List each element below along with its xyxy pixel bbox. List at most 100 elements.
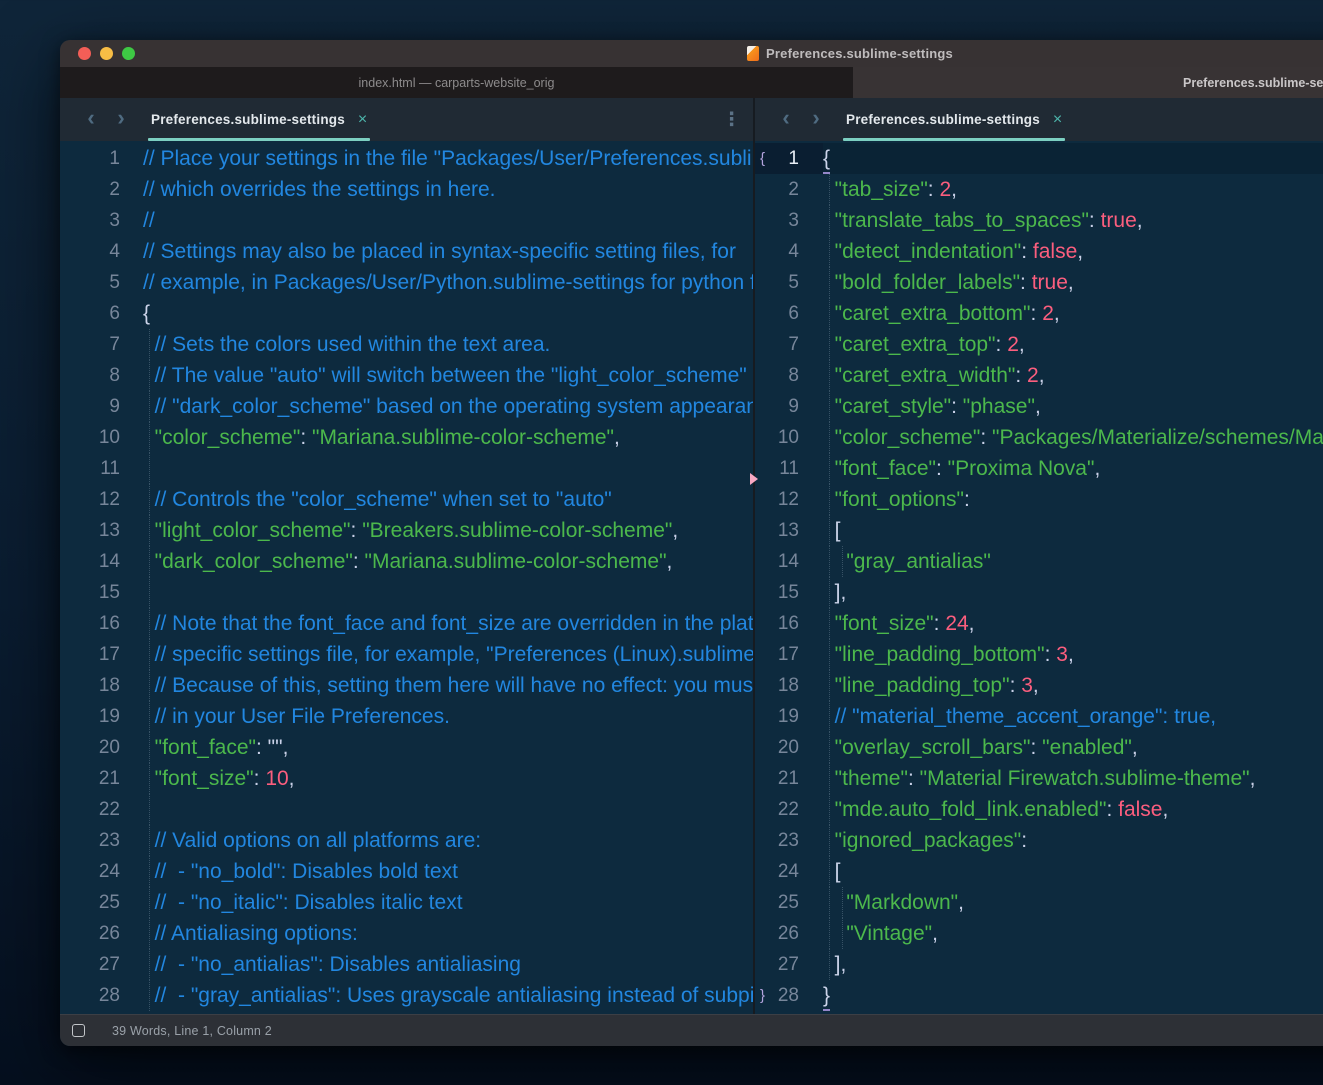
code-text: "color_scheme": "Packages/Materialize/sc…: [823, 422, 1323, 453]
code-text: }: [823, 980, 830, 1011]
history-forward-icon[interactable]: ›: [110, 107, 132, 132]
background-window-titlebar[interactable]: index.html — carparts-website_orig: [60, 67, 853, 98]
right-editor[interactable]: {1{2 "tab_size": 2,3 "translate_tabs_to_…: [755, 141, 1323, 1014]
code-text: "gray_antialias": [823, 546, 991, 577]
line-number: 6: [788, 303, 799, 324]
code-text: // Sets the colors used within the text …: [143, 329, 550, 360]
code-token: "caret_extra_width": [823, 364, 1015, 387]
pane-divider[interactable]: [753, 98, 755, 1014]
code-line: 13 [: [755, 515, 1323, 546]
line-number: 14: [99, 551, 120, 572]
line-number: 14: [778, 551, 799, 572]
code-line: 22 "mde.auto_fold_link.enabled": false,: [755, 794, 1323, 825]
code-line: 18 "line_padding_top": 3,: [755, 670, 1323, 701]
code-text: "overlay_scroll_bars": "enabled",: [823, 732, 1138, 763]
indent-guide: [829, 732, 830, 763]
gutter-cell: 14: [60, 546, 143, 577]
tab-close-icon[interactable]: ×: [358, 112, 367, 128]
code-token: :: [928, 178, 940, 201]
code-token: ,: [1035, 395, 1041, 418]
line-number: 12: [99, 489, 120, 510]
gutter-cell: 13: [60, 515, 143, 546]
close-window-button[interactable]: [78, 47, 91, 60]
gutter-cell: 9: [60, 391, 143, 422]
indent-guide: [829, 391, 830, 422]
code-line: 12 // Controls the "color_scheme" when s…: [60, 484, 753, 515]
code-line: 19 // "material_theme_accent_orange": tr…: [755, 701, 1323, 732]
code-line: 16 "font_size": 24,: [755, 608, 1323, 639]
code-token: // "material_theme_accent_orange": true,: [823, 705, 1216, 728]
line-number: 3: [788, 210, 799, 231]
line-number: 19: [99, 706, 120, 727]
code-token: "translate_tabs_to_spaces": [823, 209, 1089, 232]
left-tab-bar: ‹ › Preferences.sublime-settings × ⋮: [60, 98, 753, 141]
code-token: {: [143, 302, 150, 325]
code-token: // Sets the colors used within the text …: [143, 333, 550, 356]
indent-guide: [149, 360, 150, 391]
zoom-window-button[interactable]: [122, 47, 135, 60]
gutter-cell: 23: [755, 825, 823, 856]
code-line: }28}: [755, 980, 1323, 1011]
sidebar-toggle-icon[interactable]: [72, 1024, 85, 1037]
window-title-area: Preferences.sublime-settings: [60, 40, 1323, 67]
code-token: :: [1021, 240, 1033, 263]
indent-guide: [829, 360, 830, 391]
indent-guide: [149, 422, 150, 453]
code-text: "bold_folder_labels": true,: [823, 267, 1074, 298]
left-editor[interactable]: 1// Place your settings in the file "Pac…: [60, 141, 753, 1014]
code-token: [: [823, 519, 841, 542]
code-text: "font_face": "Proxima Nova",: [823, 453, 1100, 484]
indent-guide: [829, 484, 830, 515]
line-number: 23: [778, 830, 799, 851]
code-token: "Packages/Materialize/schemes/Material F…: [992, 426, 1323, 449]
gutter-cell: 14: [755, 546, 823, 577]
indent-guide: [829, 918, 830, 949]
code-token: [: [823, 860, 841, 883]
sublime-text-window: Preferences.sublime-settings index.html …: [60, 40, 1323, 1046]
code-text: "light_color_scheme": "Breakers.sublime-…: [143, 515, 678, 546]
tab-close-icon[interactable]: ×: [1053, 112, 1062, 128]
history-back-icon[interactable]: ‹: [80, 107, 102, 132]
indent-guide: [829, 608, 830, 639]
tab-preferences-left[interactable]: Preferences.sublime-settings ×: [148, 98, 370, 141]
gutter-cell: 3: [755, 205, 823, 236]
line-number: 12: [778, 489, 799, 510]
code-token: "Mariana.sublime-color-scheme": [365, 550, 667, 573]
minimize-window-button[interactable]: [100, 47, 113, 60]
code-line: 17 // specific settings file, for exampl…: [60, 639, 753, 670]
indent-guide: [149, 453, 150, 484]
code-text: // The value "auto" will switch between …: [143, 360, 753, 391]
code-token: 24: [945, 612, 968, 635]
code-token: ,: [1039, 364, 1045, 387]
line-number: 21: [778, 768, 799, 789]
line-number: 24: [778, 861, 799, 882]
code-line: 18 // Because of this, setting them here…: [60, 670, 753, 701]
code-line: {1{: [755, 143, 1323, 174]
code-line: 1// Place your settings in the file "Pac…: [60, 143, 753, 174]
code-text: "mde.auto_fold_link.enabled": false,: [823, 794, 1168, 825]
gutter-cell: 1: [60, 143, 143, 174]
gutter-cell: 27: [60, 949, 143, 980]
code-line: 10 "color_scheme": "Packages/Materialize…: [755, 422, 1323, 453]
history-forward-icon[interactable]: ›: [805, 107, 827, 132]
line-number: 18: [99, 675, 120, 696]
code-text: "caret_style": "phase",: [823, 391, 1041, 422]
history-back-icon[interactable]: ‹: [775, 107, 797, 132]
line-number: 5: [109, 272, 120, 293]
code-token: :: [951, 395, 963, 418]
code-token: "line_padding_bottom": [823, 643, 1045, 666]
line-number: 10: [778, 427, 799, 448]
tab-overflow-menu-icon[interactable]: ⋮: [722, 108, 741, 131]
code-token: :: [1031, 736, 1043, 759]
indent-guide: [829, 453, 830, 484]
tab-preferences-right[interactable]: Preferences.sublime-settings ×: [843, 98, 1065, 141]
gutter-cell: 8: [755, 360, 823, 391]
code-text: // Settings may also be placed in syntax…: [143, 236, 736, 267]
code-token: "caret_style": [823, 395, 951, 418]
gutter-cell: 4: [755, 236, 823, 267]
line-number: 9: [788, 396, 799, 417]
code-token: :: [980, 426, 992, 449]
code-line: 8 "caret_extra_width": 2,: [755, 360, 1323, 391]
background-window2-titlebar[interactable]: Preferences.sublime-settings: [853, 67, 1323, 98]
code-token: 3: [1056, 643, 1068, 666]
